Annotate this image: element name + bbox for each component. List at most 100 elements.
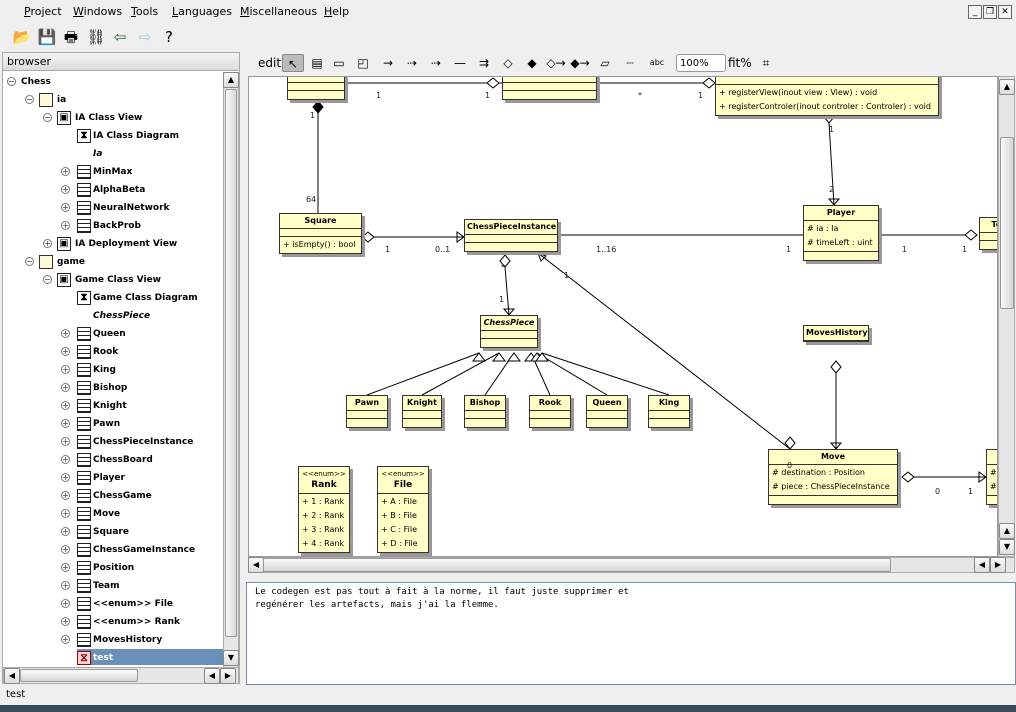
text-tool[interactable]: abc [646,54,668,72]
directional-composition-tool[interactable]: ◆→ [570,54,590,72]
tree-item[interactable]: ⧗ IA Class Diagram [3,127,223,145]
tree-item[interactable]: − ▣ Game Class View [3,271,223,289]
tree-item[interactable]: Ia [3,145,223,163]
expand-icon[interactable]: + [61,221,70,230]
tree-item[interactable]: + NeuralNetwork [3,199,223,217]
association-tool[interactable]: — [450,54,470,72]
class-box[interactable] [287,77,345,100]
scroll-left-button[interactable]: ◀ [4,668,20,684]
class-box[interactable]: Move # destination : Position # piece : Ch… [768,449,898,505]
comment-textarea[interactable]: Le codegen est pas tout à fait à la norm… [246,582,1016,685]
class-box[interactable]: + registerView(inout view : View) : void… [715,77,939,116]
browse-diagrams-icon[interactable]: ⛓ [86,28,106,46]
scroll-down-button[interactable]: ▼ [999,539,1015,555]
dependency-tool[interactable]: ⇢ [426,54,446,72]
zoom-spinbox[interactable]: 100% [676,54,726,72]
expand-icon[interactable]: + [61,563,70,572]
restore-button[interactable]: ❐ [983,5,997,19]
collapse-icon[interactable]: − [25,95,34,104]
class-box[interactable]: <<enum>> Rank + 1 : Rank + 2 : Rank + 3 : Ra… [298,466,350,553]
directional-aggregation-tool[interactable]: ◇→ [546,54,566,72]
tree-vertical-scrollbar[interactable]: ▲ ▼ [223,72,239,668]
tree-item[interactable]: + Position [3,559,223,577]
expand-icon[interactable]: + [61,167,70,176]
expand-icon[interactable]: + [61,545,70,554]
tree-item[interactable]: + ChessGame [3,487,223,505]
collapse-icon[interactable]: − [7,77,16,86]
expand-icon[interactable]: + [61,635,70,644]
class-box[interactable]: MovesHistory [803,325,869,342]
class-box[interactable]: Queen [586,395,628,428]
save-icon[interactable]: 💾 [37,28,57,46]
class-box[interactable] [502,77,597,100]
tree-item[interactable]: + Rook [3,343,223,361]
menu-help[interactable]: Help [324,5,349,18]
tree-item[interactable]: + <<enum>> File [3,595,223,613]
tree-item[interactable]: + AlphaBeta [3,181,223,199]
class-box[interactable]: ChessPiece [480,315,538,348]
scroll-left-button-2[interactable]: ◀ [974,557,990,573]
menu-windows[interactable]: Windows [73,5,122,18]
expand-icon[interactable]: + [61,527,70,536]
class-box[interactable]: Player # ia : Ia # timeLeft : uint [803,205,879,261]
scroll-thumb[interactable] [20,669,138,682]
tree-item[interactable]: + MovesHistory [3,631,223,649]
expand-icon[interactable]: + [61,365,70,374]
class-box[interactable]: Rook [529,395,571,428]
expand-icon[interactable]: + [61,617,70,626]
tree-item[interactable]: ChessPiece [3,307,223,325]
canvas-horizontal-scrollbar[interactable]: ◀ ◀ ▶ [248,557,1015,573]
scroll-right-button[interactable]: ▶ [990,557,1006,573]
expand-icon[interactable]: + [61,419,70,428]
expand-icon[interactable]: + [61,491,70,500]
tree-item[interactable]: − Chess [3,73,223,91]
aggregation-tool[interactable]: ◇— [498,54,518,88]
fragment-tool[interactable]: ◰ [354,54,372,72]
select-tool[interactable]: ↖ [282,54,304,72]
expand-icon[interactable]: + [61,581,70,590]
forward-arrow-icon[interactable]: ⇨ [135,28,155,46]
composition-tool[interactable]: ◆— [522,54,542,88]
tree-item[interactable]: + Queen [3,325,223,343]
generalisation-line[interactable] [421,352,500,396]
minimize-button[interactable]: _ [968,5,982,19]
generalisation-line[interactable] [366,352,480,396]
tree-item[interactable]: + ChessBoard [3,451,223,469]
package-tool[interactable]: ▭ [330,54,348,72]
expand-icon[interactable]: + [61,437,70,446]
directional-association-tool[interactable]: ⇉ [474,54,494,72]
scroll-thumb[interactable] [263,558,891,572]
class-box[interactable]: Pawn [346,395,388,428]
tree-item[interactable]: + ChessGameInstance [3,541,223,559]
fit-zoom-button[interactable]: fit% [728,54,752,72]
class-box[interactable]: Bishop [464,395,506,428]
tree-item[interactable]: + Player [3,469,223,487]
realization-tool[interactable]: ⇢ [402,54,422,72]
collapse-icon[interactable]: − [43,275,52,284]
whats-this-help-icon[interactable]: ? [159,28,179,46]
collapse-icon[interactable]: − [25,257,34,266]
expand-icon[interactable]: + [43,239,52,248]
expand-icon[interactable]: + [61,383,70,392]
expand-icon[interactable]: + [61,473,70,482]
scroll-thumb[interactable] [225,89,237,637]
tree-item[interactable]: + <<enum>> Rank [3,613,223,631]
class-box[interactable]: # # [986,449,997,505]
expand-icon[interactable]: + [61,203,70,212]
tree-item[interactable]: + King [3,361,223,379]
expand-icon[interactable]: + [61,599,70,608]
tree-item[interactable]: + ▣ IA Deployment View [3,235,223,253]
class-box[interactable]: Tea [979,217,997,250]
tree-item[interactable]: ⧖ test [77,649,223,665]
class-box[interactable]: Square + isEmpty() : bool [279,213,362,254]
expand-icon[interactable]: + [61,455,70,464]
expand-icon[interactable]: + [61,329,70,338]
tree-item[interactable]: − game [3,253,223,271]
diagram-canvas[interactable]: + registerView(inout view : View) : void… [248,76,998,557]
tree-item[interactable]: + Knight [3,397,223,415]
class-box[interactable]: ChessPieceInstance [464,219,558,252]
class-box[interactable]: King [648,395,690,428]
tree-item[interactable]: + Team [3,577,223,595]
tree-item[interactable]: − ia [3,91,223,109]
optimal-window-size-icon[interactable]: ⌗ [756,54,776,72]
